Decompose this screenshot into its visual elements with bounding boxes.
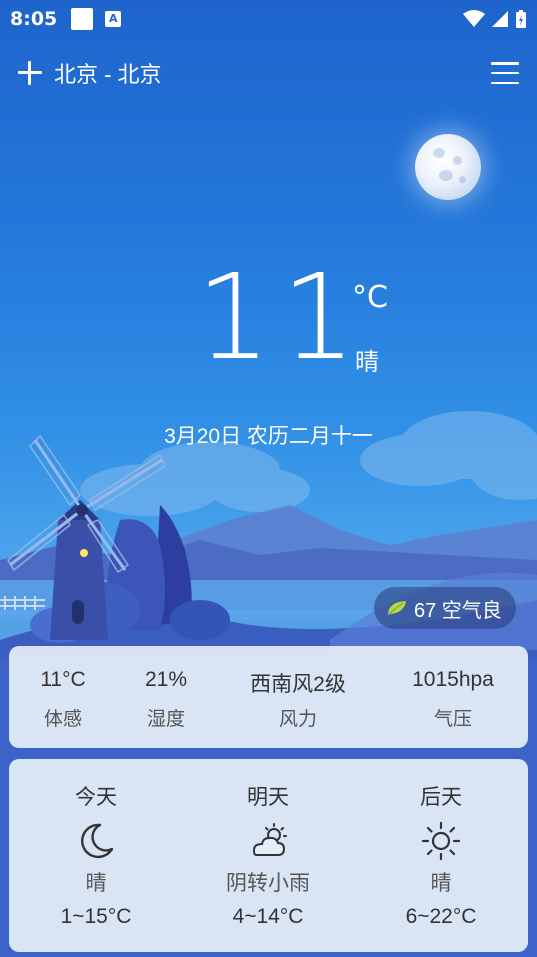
detail-value: 西南风2级: [250, 673, 346, 696]
menu-icon-line: [491, 81, 519, 84]
notification-a-icon: A: [105, 11, 122, 27]
notification-square-icon: [71, 8, 94, 30]
detail-label: 风力: [278, 709, 317, 730]
moon-icon: [415, 134, 481, 200]
forecast-day-label: 后天: [420, 786, 462, 809]
aqi-label: 67 空气良: [414, 599, 502, 622]
forecast-day-label: 今天: [75, 786, 117, 809]
detail-label: 气压: [433, 709, 472, 730]
date-label: 3月20日 农历二月十一: [164, 425, 373, 448]
battery-icon: [516, 10, 526, 28]
aqi-badge[interactable]: 67 空气良: [374, 587, 516, 629]
wifi-icon: [463, 10, 485, 27]
temperature-unit: °C: [352, 280, 388, 315]
forecast-card: 今天 晴 1~15°C 明天 阴转小雨 4~14°C 后天 晴 6~22°C: [9, 759, 528, 952]
forecast-range: 1~15°C: [60, 905, 132, 928]
current-condition: 晴: [355, 349, 379, 376]
forecast-day-label: 明天: [247, 786, 289, 809]
status-bar: 8:05 A: [0, 0, 537, 38]
menu-button[interactable]: [491, 62, 519, 84]
weather-details-card: 11°C 体感 21% 湿度 西南风2级 风力 1015hpa 气压: [9, 646, 528, 748]
menu-icon-line: [491, 62, 519, 65]
detail-value: 1015hpa: [412, 668, 494, 691]
city-title: 北京 - 北京: [54, 62, 162, 87]
forecast-condition: 晴: [85, 872, 107, 895]
sun-icon: [421, 821, 461, 861]
add-city-button[interactable]: [16, 59, 44, 87]
moon-icon: [81, 823, 114, 859]
forecast-range: 6~22°C: [405, 905, 477, 928]
status-icons: [463, 9, 527, 29]
forecast-condition: 阴转小雨: [226, 872, 310, 895]
signal-icon: [492, 11, 508, 27]
current-temperature: 11: [196, 248, 367, 386]
forecast-range: 4~14°C: [232, 905, 304, 928]
status-time: 8:05: [10, 8, 58, 30]
cloud-sun-icon: [252, 823, 287, 856]
forecast-condition: 晴: [430, 872, 452, 895]
menu-icon-line: [491, 71, 519, 75]
top-bar: 北京 - 北京: [16, 56, 519, 90]
leaf-icon: [388, 601, 406, 615]
